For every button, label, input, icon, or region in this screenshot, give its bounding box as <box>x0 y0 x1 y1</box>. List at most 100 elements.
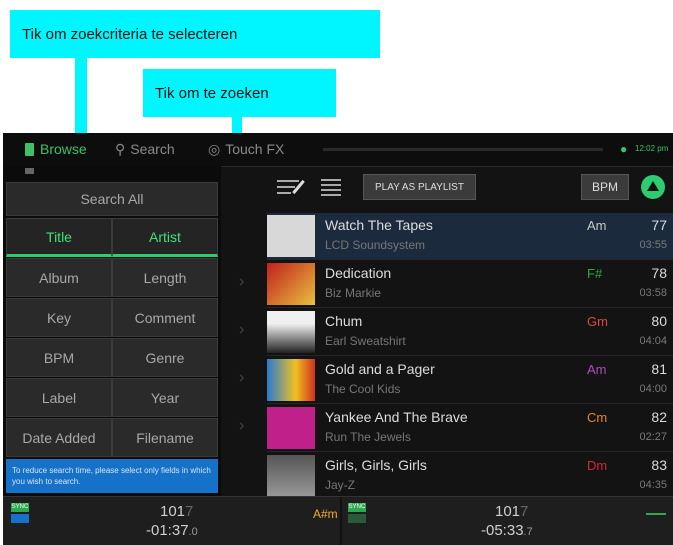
deck-info-bar: SYNC 1017 -01:37.0 A#m SYNC 1017 -05:33.… <box>3 496 673 545</box>
album-art <box>267 407 315 449</box>
track-row[interactable]: Chum Earl Sweatshirt Gm 80 04:04 <box>267 309 673 356</box>
field-label: Date Added <box>22 429 96 446</box>
field-year-button[interactable]: Year <box>112 378 218 417</box>
track-title: Girls, Girls, Girls <box>325 457 427 473</box>
deck1-time-value: -01:37 <box>146 522 189 539</box>
track-artist: Jay-Z <box>325 478 355 492</box>
play-as-playlist-button[interactable]: PLAY AS PLAYLIST <box>363 174 476 200</box>
track-title: Watch The Tapes <box>325 217 433 233</box>
track-length: 03:55 <box>639 239 667 251</box>
album-art <box>267 455 315 497</box>
track-length: 04:35 <box>639 479 667 491</box>
track-title: Dedication <box>325 265 392 281</box>
track-key: Cm <box>587 410 608 425</box>
field-label: Title <box>46 228 72 245</box>
track-bpm: 77 <box>651 217 667 233</box>
track-row[interactable]: Yankee And The Brave Run The Jewels Cm 82 02… <box>267 405 673 452</box>
field-filename-button[interactable]: Filename <box>112 418 218 457</box>
deck1-time: -01:37.0 <box>146 522 198 539</box>
deck2-bpm-decimal: 7 <box>520 503 529 520</box>
field-album-button[interactable]: Album <box>6 258 112 297</box>
field-bpm-button[interactable]: BPM <box>6 338 112 377</box>
field-key-button[interactable]: Key <box>6 298 112 337</box>
chevron-right-icon[interactable]: › <box>239 369 244 387</box>
deck1-bpm-decimal: 7 <box>185 503 194 520</box>
track-artist: Biz Markie <box>325 286 382 300</box>
deck2-key-indicator <box>646 513 666 515</box>
search-icon: ⚲ <box>115 141 126 157</box>
track-key: F# <box>587 266 603 281</box>
track-bpm: 82 <box>651 409 667 425</box>
sort-direction-icon[interactable] <box>641 175 665 199</box>
panel-small-icon <box>25 168 34 174</box>
search-all-button[interactable]: Search All <box>6 182 218 216</box>
deck1-master-badge[interactable] <box>11 514 29 523</box>
field-label: Filename <box>136 429 194 446</box>
track-bpm: 83 <box>651 457 667 473</box>
field-title-button[interactable]: Title <box>6 218 112 257</box>
track-row[interactable]: Dedication Biz Markie F# 78 03:58 <box>267 261 673 308</box>
play-as-playlist-label: PLAY AS PLAYLIST <box>375 181 464 193</box>
sort-bpm-label: BPM <box>591 180 618 194</box>
field-label: BPM <box>43 349 75 366</box>
field-genre-button[interactable]: Genre <box>112 338 218 377</box>
field-label: Genre <box>145 349 185 366</box>
deck2-time-decimal: .7 <box>523 526 533 538</box>
field-label-button[interactable]: Label <box>6 378 112 417</box>
callout-select-criteria: Tik om zoekcriteria te selecteren <box>10 10 380 58</box>
track-row[interactable]: Watch The Tapes LCD Soundsystem Am 77 03:55 <box>267 213 673 260</box>
wifi-icon: ● <box>620 142 628 156</box>
track-key: Am <box>587 218 607 233</box>
track-artist: The Cool Kids <box>325 382 401 396</box>
track-length: 02:27 <box>639 431 667 443</box>
album-art <box>267 215 315 257</box>
deck1-sync-badge[interactable]: SYNC <box>11 503 29 512</box>
field-label: Label <box>41 389 77 406</box>
search-tab[interactable]: ⚲ Search <box>115 141 175 158</box>
track-artist: LCD Soundsystem <box>325 238 426 252</box>
field-length-button[interactable]: Length <box>112 258 218 297</box>
callout-search-text: Tik om te zoeken <box>155 84 269 102</box>
track-length: 04:04 <box>639 335 667 347</box>
browse-icon <box>25 143 34 156</box>
album-art <box>267 359 315 401</box>
touchfx-tab[interactable]: ◎ Touch FX <box>208 141 284 158</box>
callout-search: Tik om te zoeken <box>143 69 336 117</box>
search-tab-label: Search <box>130 141 175 157</box>
deck2-bpm: 1017 <box>495 503 528 520</box>
track-row[interactable]: Girls, Girls, Girls Jay-Z Dm 83 04:35 <box>267 453 673 500</box>
edit-list-icon[interactable] <box>277 177 307 197</box>
track-artist: Earl Sweatshirt <box>325 334 406 348</box>
chevron-right-icon[interactable]: › <box>239 417 244 435</box>
browse-tab[interactable]: Browse <box>25 141 87 157</box>
waveform-overview[interactable] <box>323 148 603 151</box>
track-artist: Run The Jewels <box>325 430 411 444</box>
list-view-icon[interactable] <box>321 177 343 199</box>
deck1-bpm: 1017 <box>160 503 193 520</box>
track-bpm: 78 <box>651 265 667 281</box>
field-comment-button[interactable]: Comment <box>112 298 218 337</box>
track-length: 04:00 <box>639 383 667 395</box>
deck2-time-value: -05:33 <box>481 522 524 539</box>
field-label: Length <box>143 269 187 286</box>
track-row[interactable]: Gold and a Pager The Cool Kids Am 81 04:00 <box>267 357 673 404</box>
deck2-time: -05:33.7 <box>481 522 533 539</box>
deck2-sync-badge[interactable]: SYNC <box>348 503 366 512</box>
chevron-right-icon[interactable]: › <box>239 321 244 339</box>
deck1-time-decimal: .0 <box>188 526 198 538</box>
top-bar: Browse ⚲ Search ◎ Touch FX ● 12:02 pm <box>3 133 673 167</box>
search-all-label: Search All <box>80 191 144 207</box>
track-key: Dm <box>587 458 608 473</box>
deck2-master-badge[interactable] <box>348 514 366 523</box>
track-bpm: 80 <box>651 313 667 329</box>
touchfx-tab-label: Touch FX <box>225 141 285 157</box>
chevron-right-icon[interactable]: › <box>239 273 244 291</box>
field-artist-button[interactable]: Artist <box>112 218 218 257</box>
browse-tab-label: Browse <box>40 141 87 157</box>
field-date-added-button[interactable]: Date Added <box>6 418 112 457</box>
deck-divider <box>340 497 342 545</box>
sort-bpm-button[interactable]: BPM <box>581 174 629 200</box>
track-bpm: 81 <box>651 361 667 377</box>
track-length: 03:58 <box>639 287 667 299</box>
device-screen: Browse ⚲ Search ◎ Touch FX ● 12:02 pm Sear… <box>3 133 673 545</box>
